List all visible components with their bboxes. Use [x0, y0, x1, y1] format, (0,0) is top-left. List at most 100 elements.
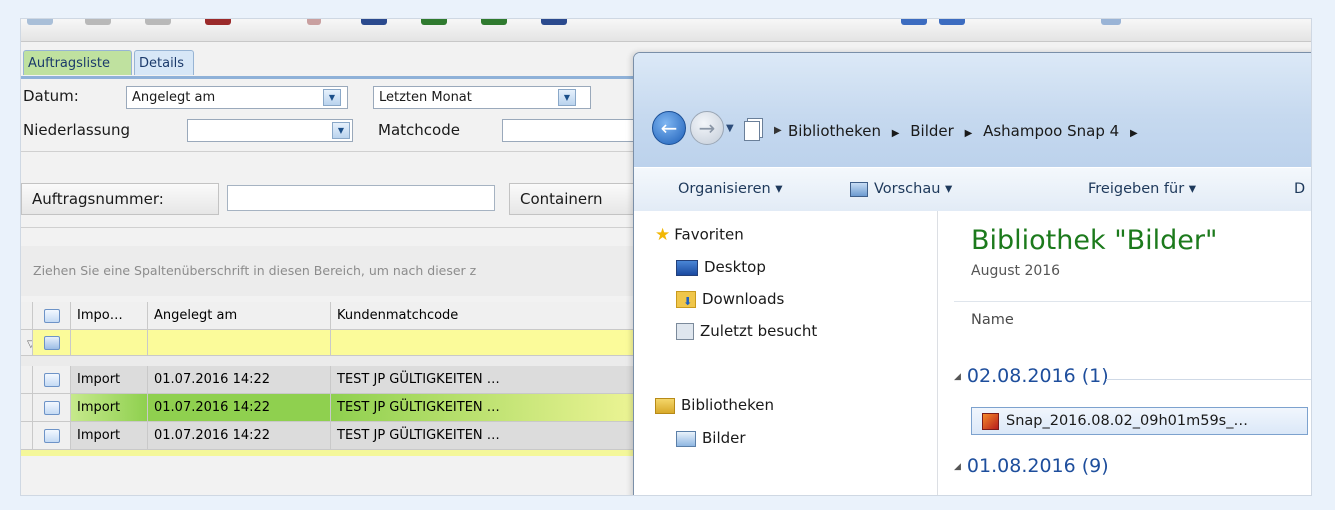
preview-icon	[850, 181, 868, 197]
breadcrumb[interactable]: Bibliotheken ▶ Bilder ▶ Ashampoo Snap 4 …	[782, 118, 1310, 146]
collapse-triangle-icon[interactable]: ◢	[954, 372, 961, 382]
toolbar-button[interactable]	[1101, 19, 1121, 25]
table-row[interactable]: Import 01.07.2016 14:22 TEST JP GÜLTIGKE…	[21, 366, 661, 394]
column-header-name[interactable]: Name	[971, 312, 1014, 328]
tab-details[interactable]: Details	[134, 50, 194, 75]
toolbar-button[interactable]	[85, 19, 111, 25]
cell-type: Import	[71, 366, 148, 394]
forward-button[interactable]: →	[690, 111, 724, 145]
table-row-selected[interactable]: Import 01.07.2016 14:22 TEST JP GÜLTIGKE…	[21, 394, 661, 422]
desktop-icon	[676, 259, 698, 276]
tab-auftragsliste[interactable]: Auftragsliste	[23, 50, 132, 75]
row-checkbox-cell[interactable]	[33, 394, 71, 422]
filter-checkbox-cell[interactable]	[33, 330, 71, 356]
checkbox-icon[interactable]	[44, 373, 60, 387]
filter-cell-created[interactable]	[148, 330, 331, 356]
recent-places-icon	[676, 323, 694, 340]
explorer-content: Bibliothek "Bilder" August 2016 Name ◢ 02…	[938, 211, 1311, 495]
nav-item-label: Favoriten	[674, 225, 744, 244]
table-row[interactable]: Import 01.07.2016 14:22 TEST JP GÜLTIGKE…	[21, 422, 661, 450]
auftragsnummer-input[interactable]	[227, 185, 495, 211]
organize-menu[interactable]: Organisieren ▾	[678, 168, 783, 211]
checkbox-icon[interactable]	[44, 336, 60, 350]
toolbar-button[interactable]	[541, 19, 567, 25]
select-all-header[interactable]	[33, 302, 71, 330]
toolbar-button[interactable]	[939, 19, 965, 25]
group-header[interactable]: ◢ 01.08.2016 (9)	[954, 455, 1109, 477]
filter-row-indicator: ▽	[21, 330, 33, 356]
cell-customer: TEST JP GÜLTIGKEITEN …	[331, 366, 661, 394]
share-menu[interactable]: Freigeben für ▾	[1088, 168, 1196, 211]
preview-menu[interactable]: Vorschau ▾	[850, 168, 952, 211]
cell-created: 01.07.2016 14:22	[148, 394, 331, 422]
nav-item-label: Bibliotheken	[681, 396, 774, 414]
pictures-library-icon	[676, 430, 696, 447]
explorer-command-bar: Organisieren ▾ Vorschau ▾ Freigeben für …	[634, 167, 1311, 212]
back-button[interactable]: ←	[652, 111, 686, 145]
nav-item-favorites[interactable]: ★ Favoriten	[655, 225, 744, 245]
breadcrumb-item-ashampoo[interactable]: Ashampoo Snap 4	[983, 122, 1119, 140]
image-file-icon	[982, 413, 999, 430]
breadcrumb-separator-icon[interactable]: ▶	[892, 128, 900, 139]
group-header[interactable]: ◢ 02.08.2016 (1)	[954, 365, 1109, 387]
history-dropdown-icon[interactable]: ▼	[726, 123, 734, 134]
star-icon: ★	[655, 225, 671, 245]
cell-type: Import	[71, 394, 148, 422]
cell-customer: TEST JP GÜLTIGKEITEN …	[331, 422, 661, 450]
group-by-panel[interactable]: Ziehen Sie eine Spaltenüberschrift in di…	[21, 246, 673, 296]
breadcrumb-separator-icon[interactable]: ▶	[965, 128, 973, 139]
checkbox-icon[interactable]	[44, 401, 60, 415]
group-line	[1106, 379, 1311, 380]
row-checkbox-cell[interactable]	[33, 422, 71, 450]
chevron-down-icon[interactable]: ▼	[323, 89, 341, 106]
toolbar-button[interactable]	[307, 19, 321, 25]
filter-cell-type[interactable]	[71, 330, 148, 356]
breadcrumb-item-pictures[interactable]: Bilder	[910, 122, 954, 140]
file-item-selected[interactable]: Snap_2016.08.02_09h01m59s_…	[971, 407, 1308, 435]
group-header-label: 01.08.2016 (9)	[966, 455, 1109, 477]
explorer-titlebar[interactable]: ← → ▼ ▶ Bibliotheken ▶ Bilder ▶ Ashampoo…	[634, 53, 1311, 167]
toolbar-button[interactable]	[145, 19, 171, 25]
explorer-window[interactable]: ← → ▼ ▶ Bibliotheken ▶ Bilder ▶ Ashampoo…	[633, 52, 1311, 495]
nav-item-desktop[interactable]: Desktop	[676, 258, 766, 276]
column-header-created[interactable]: Angelegt am	[148, 302, 331, 330]
grid-filter-row[interactable]: ▽	[21, 330, 661, 356]
row-checkbox-cell[interactable]	[33, 366, 71, 394]
navigation-pane: ★ Favoriten Desktop ⬇ Downloads Zuletzt be…	[634, 211, 938, 495]
checkbox-icon[interactable]	[44, 309, 60, 323]
nav-item-recent[interactable]: Zuletzt besucht	[676, 322, 817, 340]
toolbar-button[interactable]	[27, 19, 53, 25]
breadcrumb-separator-icon[interactable]: ▶	[1130, 128, 1138, 139]
chevron-down-icon[interactable]: ▼	[558, 89, 576, 106]
nav-item-libraries[interactable]: Bibliotheken	[655, 396, 774, 414]
collapse-triangle-icon[interactable]: ◢	[954, 462, 961, 472]
nav-item-downloads[interactable]: ⬇ Downloads	[676, 290, 784, 308]
checkbox-icon[interactable]	[44, 429, 60, 443]
toolbar-button[interactable]	[205, 19, 231, 25]
row-indicator	[21, 366, 33, 394]
period-select[interactable]: Letzten Monat ▼	[373, 86, 591, 109]
grid-spacer	[21, 356, 661, 366]
divider	[21, 227, 661, 228]
table-row-partial[interactable]	[21, 450, 661, 456]
auftragsnummer-button[interactable]: Auftragsnummer:	[21, 183, 219, 215]
file-name: Snap_2016.08.02_09h01m59s_…	[1006, 413, 1248, 429]
group-header-label: 02.08.2016 (1)	[966, 365, 1109, 387]
nav-item-pictures[interactable]: Bilder	[676, 429, 746, 447]
column-header-customer[interactable]: Kundenmatchcode	[331, 302, 661, 330]
niederlassung-select[interactable]: ▼	[187, 119, 353, 142]
breadcrumb-item-libraries[interactable]: Bibliotheken	[788, 122, 881, 140]
toolbar-button[interactable]	[361, 19, 387, 25]
cell-created: 01.07.2016 14:22	[148, 366, 331, 394]
toolbar-button[interactable]	[481, 19, 507, 25]
preview-menu-label: Vorschau ▾	[874, 181, 953, 197]
chevron-down-icon[interactable]: ▼	[332, 122, 350, 139]
column-header-type[interactable]: Impo…	[71, 302, 148, 330]
datum-select[interactable]: Angelegt am ▼	[126, 86, 348, 109]
more-menu[interactable]: D	[1294, 168, 1305, 211]
library-subtitle: August 2016	[971, 263, 1061, 279]
toolbar-button[interactable]	[421, 19, 447, 25]
toolbar-button[interactable]	[901, 19, 927, 25]
filter-cell-customer[interactable]	[331, 330, 661, 356]
column-header-label: Impo…	[77, 308, 123, 323]
